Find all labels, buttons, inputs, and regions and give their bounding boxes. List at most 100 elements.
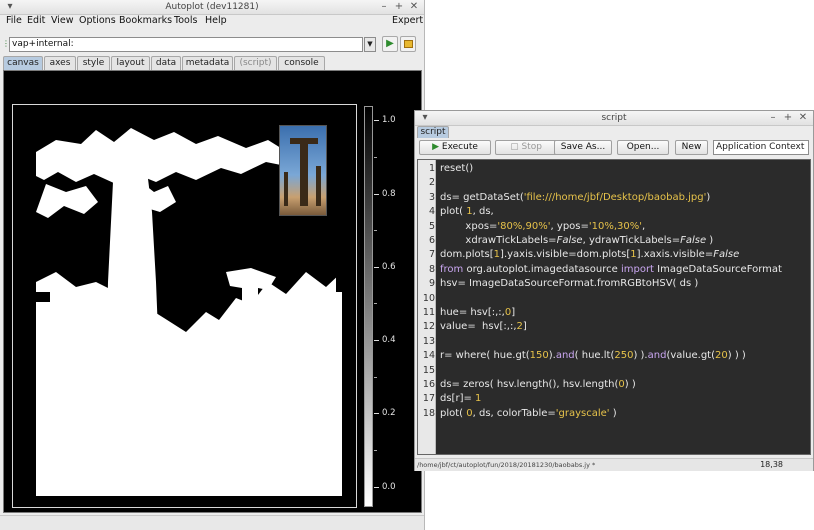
tab-script[interactable]: (script) xyxy=(234,56,277,70)
browse-folder-button[interactable] xyxy=(400,36,416,52)
cursor-position: 18,38 xyxy=(760,460,783,469)
open-button[interactable]: Open... xyxy=(617,140,669,155)
code-token: ) ) xyxy=(624,379,636,390)
menu-expert[interactable]: Expert xyxy=(392,15,423,26)
menu-tools[interactable]: Tools xyxy=(174,15,197,26)
script-toolbar: ▶ Execute ▢ Stop Save As... Open... New … xyxy=(415,139,813,157)
drag-handle-icon[interactable]: ⋮ xyxy=(2,39,10,48)
code-token: , xyxy=(642,220,646,232)
code-token: ds[r]= xyxy=(440,393,476,405)
colorbar-tick-label: 0.2 xyxy=(382,408,396,418)
menu-edit[interactable]: Edit xyxy=(27,15,45,26)
tab-axes[interactable]: axes xyxy=(44,56,76,70)
baobab-mask-plot[interactable] xyxy=(36,122,342,496)
inset-canopy xyxy=(290,138,318,144)
code-token: '10%,30%' xyxy=(588,220,643,232)
minimize-icon[interactable]: – xyxy=(767,112,779,123)
plot-canvas[interactable]: 1.0 0.8 0.6 0.4 0.2 0.0 xyxy=(3,70,422,513)
code-token: dom.plots[ xyxy=(440,249,494,261)
url-history-dropdown-icon[interactable]: ▼ xyxy=(364,37,376,52)
code-line[interactable]: reset() xyxy=(440,163,473,174)
code-line[interactable]: plot( 1, ds, xyxy=(440,206,494,217)
code-line[interactable]: from org.autoplot.imagedatasource import… xyxy=(440,264,782,275)
script-file-path: /home/jbf/ct/autoplot/fun/2018/20181230/… xyxy=(417,461,596,469)
line-number: 17 xyxy=(422,393,435,405)
code-token: reset() xyxy=(440,163,474,174)
code-line[interactable]: ds= zeros( hsv.length(), hsv.length(0) ) xyxy=(440,379,636,390)
code-token: and xyxy=(647,350,667,362)
tab-canvas[interactable]: canvas xyxy=(3,56,43,70)
data-source-url-input[interactable]: vap+internal: xyxy=(9,37,363,52)
close-icon[interactable]: ✕ xyxy=(408,1,420,12)
menu-view[interactable]: View xyxy=(51,15,74,26)
execute-button[interactable]: ▶ Execute xyxy=(419,140,491,155)
code-token: hsv= ImageDataSourceFormat.fromRGBtoHSV(… xyxy=(440,278,699,290)
code-token: False xyxy=(713,249,740,261)
new-button[interactable]: New xyxy=(675,140,708,155)
line-number: 15 xyxy=(422,364,435,376)
maximize-icon[interactable]: + xyxy=(782,112,794,123)
colorbar[interactable] xyxy=(364,106,373,507)
code-token: from xyxy=(440,263,464,275)
menu-help[interactable]: Help xyxy=(205,15,227,26)
context-select[interactable]: Application Context xyxy=(713,140,809,155)
main-titlebar[interactable]: ▾ Autoplot (dev11281) – + ✕ xyxy=(0,0,424,15)
tab-style[interactable]: style xyxy=(77,56,110,70)
code-token: 20 xyxy=(715,350,728,362)
plot-go-button[interactable]: ▶ xyxy=(382,36,398,52)
script-statusbar: /home/jbf/ct/autoplot/fun/2018/20181230/… xyxy=(415,458,813,471)
line-number: 2 xyxy=(428,177,435,189)
autoplot-window: ▾ Autoplot (dev11281) – + ✕ File Edit Vi… xyxy=(0,0,425,530)
tab-metadata[interactable]: metadata xyxy=(182,56,233,70)
code-line[interactable]: xdrawTickLabels=False, ydrawTickLabels=F… xyxy=(440,235,713,246)
code-token: ) xyxy=(706,235,714,246)
line-number: 1 xyxy=(428,163,435,174)
menu-file[interactable]: File xyxy=(6,15,22,26)
colorbar-minor-tick xyxy=(374,377,377,378)
save-as-button[interactable]: Save As... xyxy=(554,140,612,155)
line-number: 12 xyxy=(422,321,435,333)
close-icon[interactable]: ✕ xyxy=(797,112,809,123)
code-line[interactable]: value= hsv[:,:,2] xyxy=(440,321,527,332)
baobab-photo-inset[interactable] xyxy=(279,125,327,216)
code-token: ds= zeros( hsv.length(), hsv.length( xyxy=(440,379,619,390)
code-line[interactable]: hsv= ImageDataSourceFormat.fromRGBtoHSV(… xyxy=(440,278,698,289)
tab-console[interactable]: console xyxy=(278,56,325,70)
code-line[interactable]: dom.plots[1].yaxis.visible=dom.plots[1].… xyxy=(440,249,739,260)
tab-script-editor[interactable]: script xyxy=(417,126,449,138)
tab-data[interactable]: data xyxy=(151,56,181,70)
code-token: ) ). xyxy=(633,350,648,362)
menu-options[interactable]: Options xyxy=(79,15,116,26)
menu-bookmarks[interactable]: Bookmarks xyxy=(119,15,172,26)
code-line[interactable]: ds= getDataSet('file:///home/jbf/Desktop… xyxy=(440,192,710,203)
line-number: 13 xyxy=(422,335,435,347)
menubar: File Edit View Options Bookmarks Tools H… xyxy=(0,15,424,29)
play-icon: ▶ xyxy=(432,142,442,152)
code-token: ].xaxis.visible= xyxy=(636,249,714,261)
code-token: import xyxy=(620,263,654,275)
code-line[interactable]: ds[r]= 1 xyxy=(440,393,481,404)
code-line[interactable]: hue= hsv[:,:,0] xyxy=(440,307,515,318)
colorbar-tick-label: 0.4 xyxy=(382,335,396,345)
code-token: 250 xyxy=(614,350,634,362)
colorbar-minor-tick xyxy=(374,230,377,231)
code-token: ] xyxy=(511,307,516,318)
plot-frame xyxy=(12,104,357,508)
code-token: False xyxy=(556,235,583,246)
code-token: , ds, xyxy=(472,206,494,218)
code-token: 150 xyxy=(529,350,549,362)
script-titlebar[interactable]: ▾ script – + ✕ xyxy=(415,111,813,126)
code-token: , ydrawTickLabels= xyxy=(582,235,681,246)
code-line[interactable]: plot( 0, ds, colorTable='grayscale' ) xyxy=(440,408,617,419)
minimize-icon[interactable]: – xyxy=(378,1,390,12)
stop-button[interactable]: ▢ Stop xyxy=(495,140,557,155)
inset-trunk xyxy=(300,144,308,206)
colorbar-tick xyxy=(374,194,379,195)
code-line[interactable]: xpos='80%,90%', ypos='10%,30%', xyxy=(440,221,645,232)
code-editor[interactable]: 1 2 3 4 5 6 7 8 9 10 11 12 13 14 15 16 17 18 reset() ds= g… xyxy=(417,159,811,455)
colorbar-tick xyxy=(374,267,379,268)
code-token: ] xyxy=(522,321,527,333)
maximize-icon[interactable]: + xyxy=(393,1,405,12)
code-line[interactable]: r= where( hue.gt(150).and( hue.lt(250) )… xyxy=(440,350,746,361)
tab-layout[interactable]: layout xyxy=(111,56,150,70)
